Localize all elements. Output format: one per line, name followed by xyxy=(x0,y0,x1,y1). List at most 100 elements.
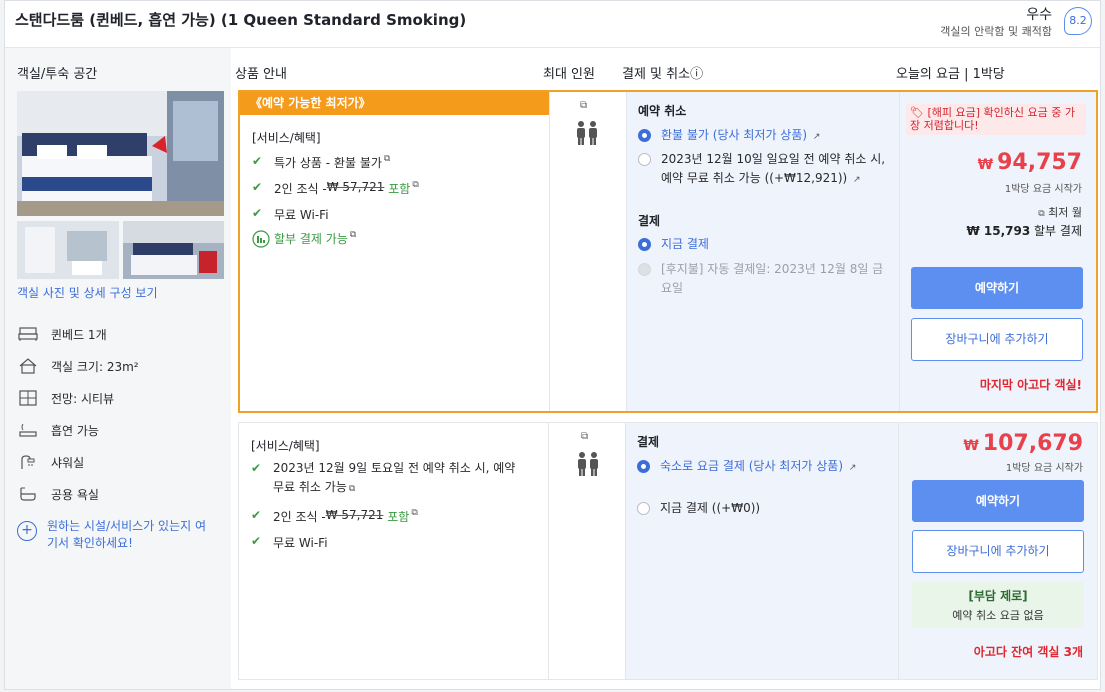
benefit-breakfast: ✔ 2인 조식 - ₩ 57,721 포함 ⧉ xyxy=(251,508,418,525)
zero-risk-subtitle: 예약 취소 요금 없음 xyxy=(952,609,1044,622)
check-icon: ✔ xyxy=(252,180,263,194)
benefit-label: 2023년 12월 9일 토요일 전 예약 취소 시, 예약 무료 취소 가능 ⧉ xyxy=(273,461,516,494)
popup-icon: ⧉ xyxy=(1038,209,1045,219)
benefit-label: 특가 상품 - 환불 불가 xyxy=(274,156,382,170)
tag-icon: 🏷 xyxy=(910,106,924,119)
benefit-label: 무료 Wi-Fi xyxy=(273,536,328,550)
book-button[interactable]: 예약하기 xyxy=(912,480,1084,522)
option-label: 환불 불가 (당사 최저가 상품) ↗ xyxy=(661,128,821,142)
two-guests-icon xyxy=(575,120,599,150)
option-label: 2023년 12월 10일 일요일 전 예약 취소 시, 예약 무료 취소 가능… xyxy=(661,152,886,185)
amenity-label: 퀸베드 1개 xyxy=(51,327,107,342)
external-link-icon: ↗ xyxy=(853,175,861,185)
price-column: ₩107,679 1박당 요금 시작가 예약하기 장바구니에 추가하기 [부담 … xyxy=(899,423,1097,679)
plus-icon: + xyxy=(17,521,37,541)
popup-icon[interactable]: ⧉ xyxy=(384,154,390,171)
offer-pay-at-hotel: [서비스/혜택] ✔ 2023년 12월 9일 토요일 전 예약 취소 시, 예… xyxy=(238,422,1098,680)
benefit-wifi: ✔ 무료 Wi-Fi xyxy=(252,206,329,223)
book-button[interactable]: 예약하기 xyxy=(911,267,1083,309)
pay-section-title: 결제 xyxy=(638,214,661,228)
pay-option-at-hotel[interactable]: 숙소로 요금 결제 (당사 최저가 상품) ↗ xyxy=(637,457,889,478)
radio-disabled xyxy=(638,263,651,276)
cancel-option-free[interactable]: 2023년 12월 10일 일요일 전 예약 취소 시, 예약 무료 취소 가능… xyxy=(638,150,888,190)
room-header: 스탠다드룸 (퀸베드, 흡연 가능) (1 Queen Standard Smo… xyxy=(5,1,1100,48)
benefit-breakfast: ✔ 2인 조식 - ₩ 57,721 포함 ⧉ xyxy=(252,180,419,197)
amenity-size: 객실 크기: 23m² xyxy=(17,357,139,375)
option-label: 지금 결제 ((+₩0)) xyxy=(660,501,761,515)
two-guests-icon xyxy=(576,451,600,481)
monthly-installment: ₩ 15,793 할부 결제 xyxy=(966,224,1082,238)
rooms-left-note: 아고다 잔여 객실 3개 xyxy=(973,645,1083,659)
last-room-note: 마지막 아고다 객실! xyxy=(979,378,1082,392)
add-to-cart-button[interactable]: 장바구니에 추가하기 xyxy=(912,530,1084,573)
included-label: 포함 xyxy=(388,182,411,196)
payment-column: 예약 취소 환불 불가 (당사 최저가 상품) ↗ 2023년 12월 10일 … xyxy=(627,92,899,411)
expand-icon[interactable]: ⧉ xyxy=(581,431,588,442)
external-link-icon: ↗ xyxy=(848,463,857,473)
pay-option-now[interactable]: 지금 결제 xyxy=(638,235,888,254)
popup-icon[interactable]: ⧉ xyxy=(411,508,417,525)
room-title: 스탠다드룸 (퀸베드, 흡연 가능) (1 Queen Standard Smo… xyxy=(15,11,467,29)
rating-subtitle: 객실의 안락함 및 쾌적함 xyxy=(940,25,1052,38)
col-head-price: 오늘의 요금 | 1박당 xyxy=(896,67,1005,82)
benefit-special: ✔ 특가 상품 - 환불 불가 ⧉ xyxy=(252,154,390,171)
min-monthly: ⧉ 최저 월 xyxy=(1038,206,1082,219)
amenity-label: 흡연 가능 xyxy=(51,423,99,438)
room-photo-bedroom[interactable] xyxy=(123,221,224,279)
smoking-icon xyxy=(17,421,39,439)
col-head-room: 객실/투숙 공간 xyxy=(17,67,98,82)
amenity-view: 전망: 시티뷰 xyxy=(17,389,114,407)
benefit-label: 2인 조식 - xyxy=(273,510,326,524)
zero-risk-title: [부담 제로] xyxy=(968,589,1028,603)
bed-icon xyxy=(17,325,39,343)
benefit-label: 무료 Wi-Fi xyxy=(274,208,329,222)
popup-icon: ⧉ xyxy=(349,230,357,240)
popup-icon[interactable]: ⧉ xyxy=(412,180,418,197)
cancel-option-nonrefundable[interactable]: 환불 불가 (당사 최저가 상품) ↗ xyxy=(638,126,888,147)
radio-selected[interactable] xyxy=(638,129,651,142)
option-label: [후지불] 자동 결제일: 2023년 12월 8일 금요일 xyxy=(661,262,884,295)
add-to-cart-button[interactable]: 장바구니에 추가하기 xyxy=(911,318,1083,361)
window-icon xyxy=(17,389,39,407)
room-photos-link[interactable]: 객실 사진 및 상세 구성 보기 xyxy=(17,284,158,301)
check-icon: ✔ xyxy=(251,508,262,522)
pay-section-title: 결제 xyxy=(637,435,660,449)
benefit-wifi: ✔ 무료 Wi-Fi xyxy=(251,534,328,551)
check-icon: ✔ xyxy=(252,154,263,168)
rating-word: 우수 xyxy=(1026,7,1052,23)
installment-link[interactable]: 할부 결제 가능 ⧉ xyxy=(252,230,356,251)
col-head-max-guests: 최대 인원 xyxy=(543,67,595,82)
divider xyxy=(548,423,549,679)
radio-selected[interactable] xyxy=(638,238,651,251)
radio-unselected[interactable] xyxy=(638,153,651,166)
check-icon: ✔ xyxy=(251,534,262,548)
shower-icon xyxy=(17,453,39,471)
col-head-product: 상품 안내 xyxy=(235,67,287,82)
installment-icon xyxy=(252,230,274,251)
amenity-label: 객실 크기: 23m² xyxy=(51,359,139,374)
amenity-label: 샤워실 xyxy=(51,455,85,470)
popup-icon: ⧉ xyxy=(348,484,356,494)
room-photo-main[interactable] xyxy=(17,91,224,216)
rating-badge[interactable]: 8.2 xyxy=(1064,7,1092,35)
radio-unselected[interactable] xyxy=(637,502,650,515)
radio-selected[interactable] xyxy=(637,460,650,473)
amenity-bath: 공용 욕실 xyxy=(17,485,99,503)
bath-icon xyxy=(17,485,39,503)
original-price: ₩ 57,721 xyxy=(326,180,385,194)
expand-icon[interactable]: ⧉ xyxy=(580,100,587,111)
amenity-label: 전망: 시티뷰 xyxy=(51,391,115,406)
room-photo-bathroom[interactable] xyxy=(17,221,119,279)
pay-option-later: [후지불] 자동 결제일: 2023년 12월 8일 금요일 xyxy=(638,260,888,298)
house-icon xyxy=(17,357,39,375)
benefit-free-cancel: ✔ 2023년 12월 9일 토요일 전 예약 취소 시, 예약 무료 취소 가… xyxy=(251,459,521,499)
price: ₩94,757 xyxy=(977,150,1082,175)
cancel-section-title: 예약 취소 xyxy=(638,104,687,118)
happy-price-note: 🏷 [해피 요금] 확인하신 요금 중 가장 저렴합니다! xyxy=(906,104,1086,135)
more-facilities-label: 원하는 시설/서비스가 있는지 여기서 확인하세요! xyxy=(47,519,207,550)
more-facilities-link[interactable]: + 원하는 시설/서비스가 있는지 여기서 확인하세요! xyxy=(17,517,217,551)
col-head-payment[interactable]: 결제 및 취소ⓘ xyxy=(622,63,703,82)
benefit-label: 2인 조식 - xyxy=(274,182,327,196)
divider xyxy=(549,92,550,411)
pay-option-now[interactable]: 지금 결제 ((+₩0)) xyxy=(637,499,889,518)
